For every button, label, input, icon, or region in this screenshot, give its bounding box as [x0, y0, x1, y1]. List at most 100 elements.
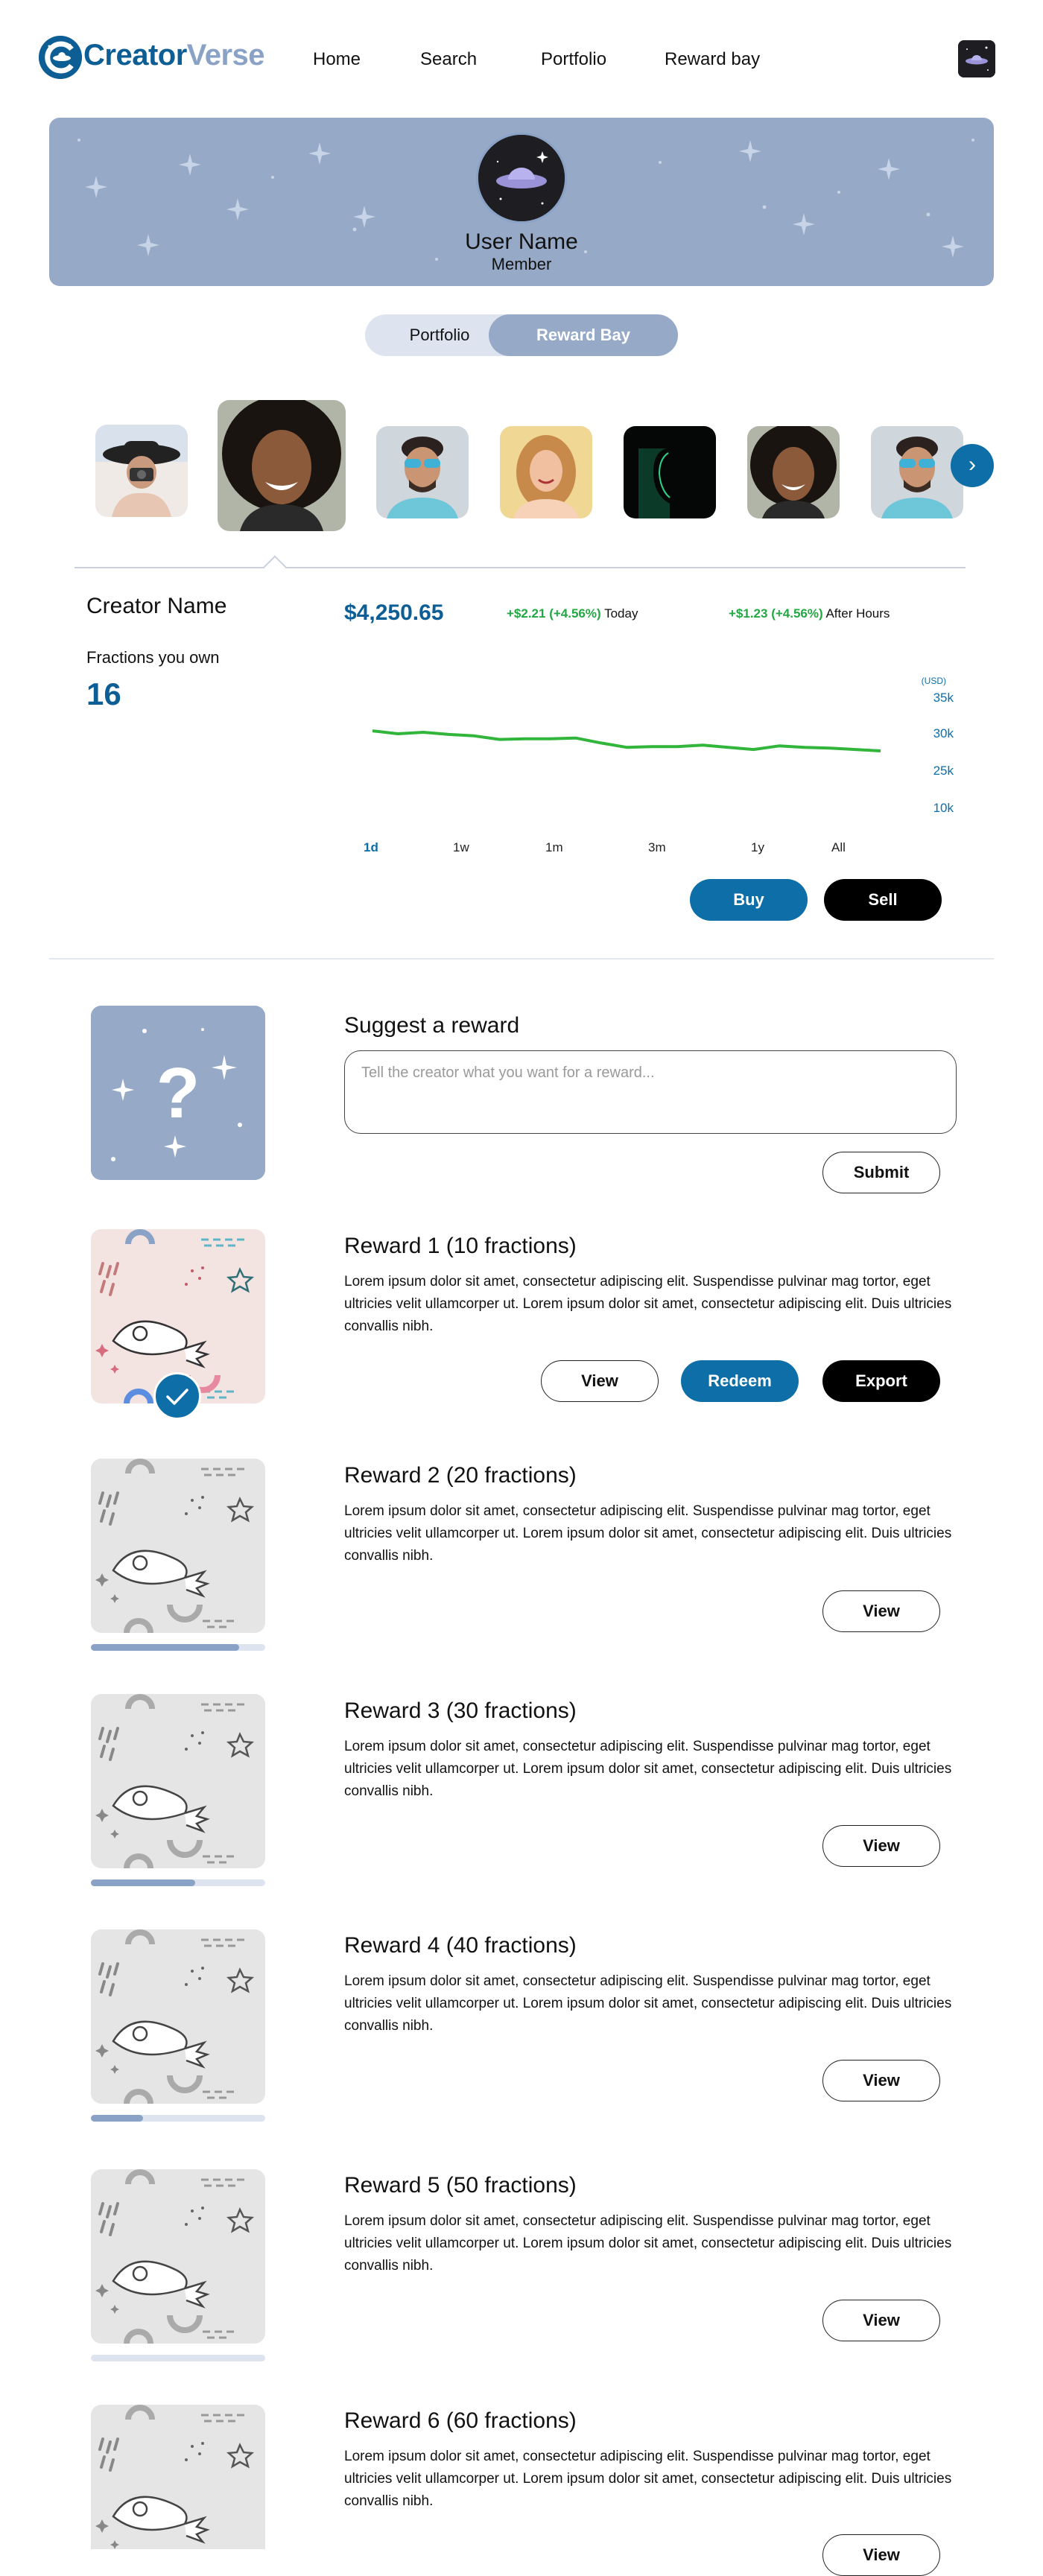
creator-thumb-2-selected[interactable]	[218, 400, 346, 531]
price-series-line	[372, 729, 881, 752]
today-change-value: +$2.21 (+4.56%)	[507, 606, 601, 621]
logo-icon[interactable]	[39, 36, 82, 79]
creator-thumb-6[interactable]	[747, 426, 840, 518]
price: $4,250.65	[344, 600, 444, 625]
selected-pointer	[263, 555, 287, 579]
suggest-title: Suggest a reward	[344, 1013, 520, 1038]
y-tick-label: 35k	[933, 691, 954, 705]
brand-name-part2: Verse	[186, 39, 265, 72]
reward-2-progress	[91, 1644, 265, 1651]
nav-portfolio[interactable]: Portfolio	[541, 49, 606, 70]
rocket-illustration-icon	[91, 1459, 265, 1633]
range-1y[interactable]: 1y	[751, 840, 764, 855]
user-name: User Name	[465, 229, 578, 254]
creator-thumb-4[interactable]	[500, 426, 592, 518]
reward-6-description: Lorem ipsum dolor sit amet, consectetur …	[344, 2449, 952, 2509]
brand-name-part1: Creator	[83, 39, 187, 72]
range-1m[interactable]: 1m	[545, 840, 563, 855]
reward-4-view-button[interactable]: View	[822, 2060, 940, 2101]
after-hours-change-value: +$1.23 (+4.56%)	[729, 606, 823, 621]
section-divider	[49, 958, 994, 959]
creator-photo-woman-blonde	[500, 426, 592, 518]
reward-2-description: Lorem ipsum dolor sit amet, consectetur …	[344, 1503, 952, 1564]
brand-name[interactable]: CreatorVerse	[83, 39, 265, 72]
reward-3-progress	[91, 1879, 265, 1886]
creator-thumb-1[interactable]	[95, 425, 188, 517]
reward-6-image[interactable]	[91, 2405, 265, 2549]
reward-5-image[interactable]	[91, 2169, 265, 2344]
reward-1-redeem-button[interactable]: Redeem	[681, 1360, 799, 1402]
question-mark-sparkles-icon: ?	[91, 1006, 265, 1180]
reward-4-description: Lorem ipsum dolor sit amet, consectetur …	[344, 1973, 952, 2034]
reward-5-progress	[91, 2355, 265, 2361]
reward-3-title: Reward 3 (30 fractions)	[344, 1698, 577, 1723]
reward-1-description: Lorem ipsum dolor sit amet, consectetur …	[344, 1274, 952, 1334]
rocket-illustration-icon	[91, 1694, 265, 1868]
reward-5-title: Reward 5 (50 fractions)	[344, 2173, 577, 2198]
range-3m[interactable]: 3m	[648, 840, 666, 855]
y-tick-label: 30k	[933, 726, 954, 740]
profile-picture[interactable]	[476, 133, 567, 223]
reward-3-progress-fill	[91, 1879, 196, 1886]
creator-photo-woman-curly-hair	[747, 426, 840, 518]
reward-6-view-button[interactable]: View	[822, 2534, 940, 2576]
reward-2-image[interactable]	[91, 1459, 265, 1633]
reward-3-view-button[interactable]: View	[822, 1825, 940, 1867]
chart-unit-label: (USD)	[922, 676, 946, 686]
reward-3-image[interactable]	[91, 1694, 265, 1868]
nav-search[interactable]: Search	[420, 49, 477, 70]
reward-3-description: Lorem ipsum dolor sit amet, consectetur …	[344, 1739, 952, 1799]
creator-photo-man-sunglasses	[376, 426, 469, 518]
rocket-illustration-icon	[91, 2405, 265, 2549]
fractions-value: 16	[86, 676, 121, 711]
today-change: +$2.21 (+4.56%) Today	[507, 606, 638, 621]
creator-photo-man-sunglasses	[871, 426, 963, 518]
user-role: Member	[491, 255, 552, 273]
submit-button[interactable]: Submit	[822, 1152, 940, 1193]
reward-2-view-button[interactable]: View	[822, 1590, 940, 1632]
rocket-illustration-icon	[91, 2169, 265, 2344]
reward-6-title: Reward 6 (60 fractions)	[344, 2408, 577, 2433]
reward-4-progress	[91, 2115, 265, 2122]
reward-2-progress-fill	[91, 1644, 239, 1651]
range-1d[interactable]: 1d	[364, 840, 378, 855]
divider	[74, 567, 966, 568]
range-1w[interactable]: 1w	[453, 840, 469, 855]
user-avatar[interactable]	[958, 40, 995, 77]
nav-reward-bay[interactable]: Reward bay	[665, 49, 760, 70]
reward-2-title: Reward 2 (20 fractions)	[344, 1463, 577, 1488]
chevron-right-icon[interactable]: ›	[951, 444, 994, 487]
y-tick-label: 25k	[933, 764, 954, 778]
range-all[interactable]: All	[831, 840, 846, 855]
creator-thumb-3[interactable]	[376, 426, 469, 518]
after-hours-label: After Hours	[825, 606, 890, 621]
creator-thumb-5[interactable]	[624, 426, 716, 518]
fractions-label: Fractions you own	[86, 648, 220, 667]
nav-home[interactable]: Home	[313, 49, 361, 70]
reward-4-progress-fill	[91, 2115, 144, 2122]
reward-1-title: Reward 1 (10 fractions)	[344, 1234, 577, 1258]
creator-thumb-7[interactable]	[871, 426, 963, 518]
creator-photo-dark-silhouette	[624, 426, 716, 518]
suggest-input[interactable]	[344, 1050, 957, 1134]
suggest-card-image: ?	[91, 1006, 265, 1180]
today-label: Today	[604, 606, 638, 621]
toggle-reward-bay[interactable]: Reward Bay	[489, 314, 678, 356]
creator-photo-woman-curly-hair	[218, 400, 346, 531]
price-chart: (USD) 35k 30k 25k 10k	[372, 676, 954, 815]
reward-1-view-button[interactable]: View	[541, 1360, 659, 1402]
creator-name: Creator Name	[86, 594, 227, 618]
buy-button[interactable]: Buy	[690, 879, 808, 921]
rocket-illustration-icon	[91, 1929, 265, 2104]
reward-4-title: Reward 4 (40 fractions)	[344, 1933, 577, 1958]
after-hours-change: +$1.23 (+4.56%) After Hours	[729, 606, 890, 621]
y-tick-label: 10k	[933, 801, 954, 815]
sell-button[interactable]: Sell	[824, 879, 942, 921]
reward-1-export-button[interactable]: Export	[822, 1360, 940, 1402]
check-icon	[153, 1372, 201, 1420]
creator-photo-woman-hat-camera	[95, 425, 188, 517]
reward-4-image[interactable]	[91, 1929, 265, 2104]
reward-5-view-button[interactable]: View	[822, 2300, 940, 2341]
svg-text:?: ?	[156, 1053, 200, 1133]
reward-5-description: Lorem ipsum dolor sit amet, consectetur …	[344, 2213, 952, 2274]
